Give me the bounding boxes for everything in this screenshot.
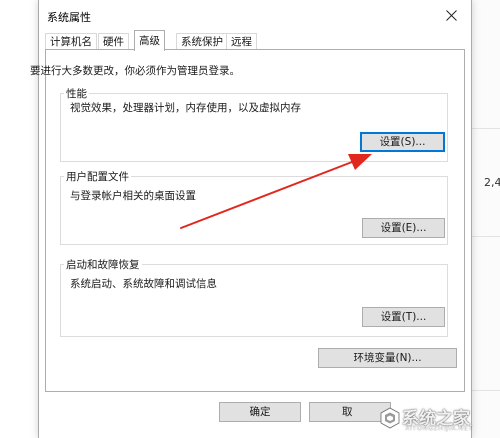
close-button[interactable]	[431, 0, 471, 30]
ok-button[interactable]: 确定	[219, 402, 301, 422]
startup-recovery-label: 启动和故障恢复	[64, 257, 142, 272]
background-partial-text: 2,40	[484, 176, 500, 189]
dialog-title: 系统属性	[47, 11, 91, 24]
performance-settings-button[interactable]: 设置(S)...	[360, 132, 445, 152]
cancel-button[interactable]: 取	[309, 402, 391, 422]
performance-description: 视觉效果，处理器计划，内存使用，以及虚拟内存	[70, 102, 301, 114]
background-window	[470, 0, 500, 438]
environment-variables-button[interactable]: 环境变量(N)...	[318, 348, 457, 368]
tab-advanced[interactable]: 高级	[134, 30, 165, 51]
background-divider	[470, 236, 500, 237]
user-profiles-settings-button[interactable]: 设置(E)...	[362, 218, 445, 238]
admin-notice: 要进行大多数更改，你必须作为管理员登录。	[30, 65, 240, 77]
background-divider	[470, 390, 500, 391]
tab-system-protection[interactable]: 系统保护	[176, 33, 228, 50]
background-divider	[470, 128, 500, 129]
screen: 2,40 系统属性 计算机名 硬件 高级 系统保护 远程 要进行大多数更改，你必…	[0, 0, 500, 438]
close-icon	[445, 9, 457, 21]
user-profiles-description: 与登录帐户相关的桌面设置	[70, 190, 196, 202]
title-bar[interactable]: 系统属性	[39, 0, 471, 30]
tab-hardware[interactable]: 硬件	[98, 33, 129, 50]
performance-label: 性能	[64, 86, 89, 101]
startup-recovery-settings-button[interactable]: 设置(T)...	[362, 307, 445, 327]
startup-recovery-description: 系统启动、系统故障和调试信息	[70, 278, 217, 290]
user-profiles-label: 用户配置文件	[64, 169, 131, 184]
tab-computer-name[interactable]: 计算机名	[45, 33, 97, 50]
tab-remote[interactable]: 远程	[226, 33, 257, 50]
